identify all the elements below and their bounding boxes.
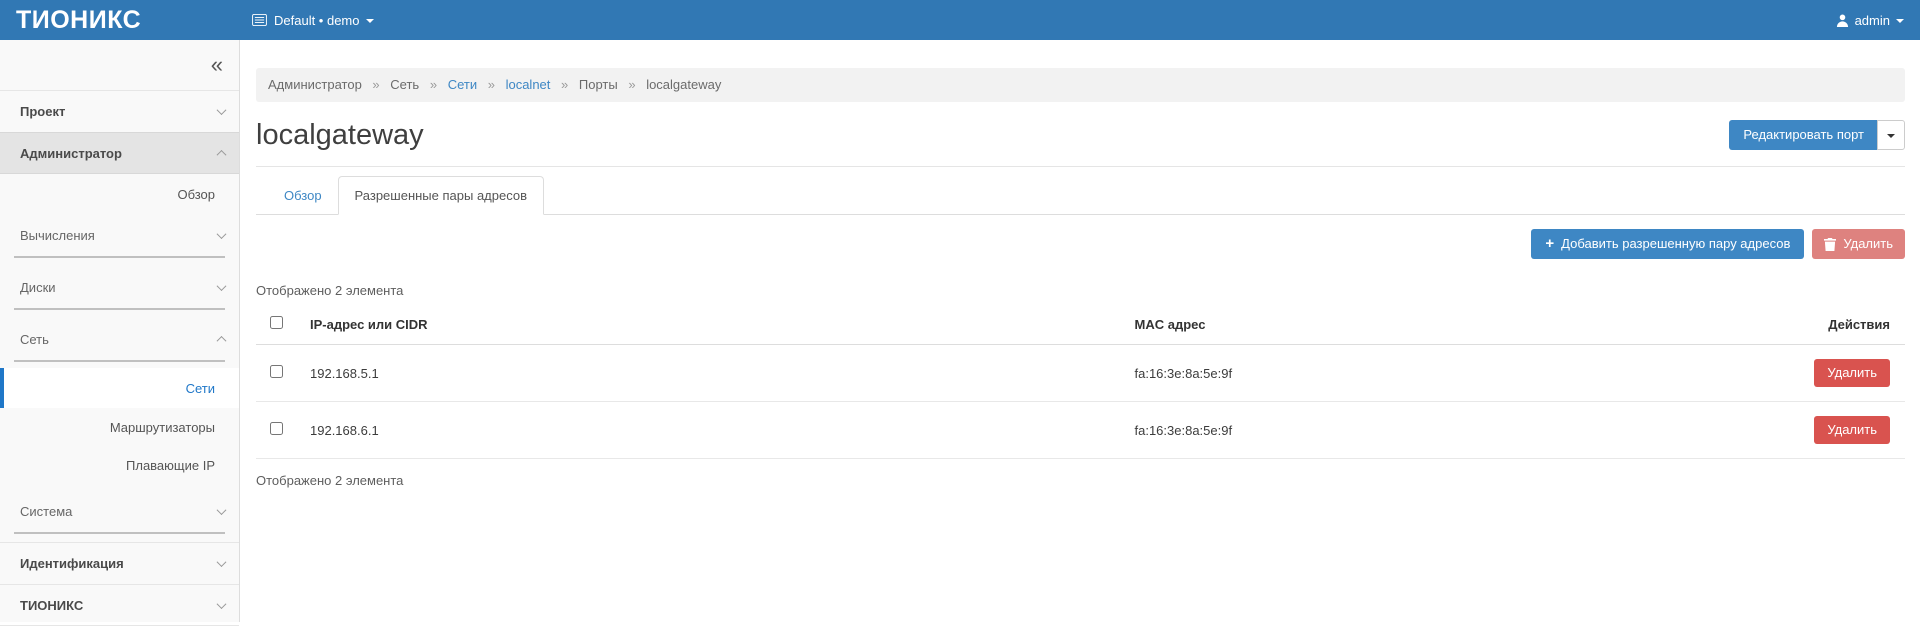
breadcrumb-separator: »	[372, 77, 379, 92]
column-header-mac: MAC адрес	[1127, 304, 1746, 345]
sidebar-collapse-row: «	[0, 40, 239, 90]
sidebar-item-routers[interactable]: Маршрутизаторы	[0, 408, 239, 446]
table-caption-top: Отображено 2 элемента	[256, 283, 1905, 298]
table-row: 192.168.6.1 fa:16:3e:8a:5e:9f Удалить	[256, 402, 1905, 459]
sidebar-item-project[interactable]: Проект	[0, 90, 239, 132]
table-actions: + Добавить разрешенную пару адресов Удал…	[256, 229, 1905, 259]
edit-port-dropdown-toggle[interactable]	[1877, 120, 1905, 150]
chevron-down-icon	[217, 505, 227, 515]
table-row: 192.168.5.1 fa:16:3e:8a:5e:9f Удалить	[256, 345, 1905, 402]
chevron-up-icon	[217, 335, 227, 345]
breadcrumb: Администратор » Сеть » Сети » localnet »…	[256, 68, 1905, 102]
cell-mac: fa:16:3e:8a:5e:9f	[1127, 402, 1746, 459]
chevron-down-icon	[217, 281, 227, 291]
sidebar-divider	[14, 360, 225, 362]
app-window: ТИОНИКС Default • demo admin « Проект Ад…	[0, 0, 1920, 622]
sidebar-item-label: Администратор	[20, 146, 122, 161]
breadcrumb-localnet-link[interactable]: localnet	[506, 77, 551, 92]
sidebar-group-network[interactable]: Сеть	[0, 318, 239, 360]
project-switcher-label: Default • demo	[274, 13, 359, 28]
add-address-pair-label: Добавить разрешенную пару адресов	[1561, 236, 1790, 252]
column-header-ip: IP-адрес или CIDR	[302, 304, 1127, 345]
table-caption-bottom: Отображено 2 элемента	[256, 473, 1905, 488]
chevron-down-icon	[366, 19, 374, 23]
top-navbar: ТИОНИКС Default • demo admin	[0, 0, 1920, 40]
breadcrumb-admin: Администратор	[268, 77, 362, 92]
edit-port-button[interactable]: Редактировать порт	[1729, 120, 1878, 150]
person-icon	[1836, 14, 1849, 27]
sidebar-item-label: Маршрутизаторы	[110, 420, 215, 435]
cell-ip: 192.168.5.1	[302, 345, 1127, 402]
sidebar-item-label: Проект	[20, 104, 65, 119]
main-content: Администратор » Сеть » Сети » localnet »…	[241, 40, 1920, 622]
project-switcher[interactable]: Default • demo	[252, 13, 374, 28]
list-icon	[252, 14, 267, 26]
sidebar-group-volumes[interactable]: Диски	[0, 266, 239, 308]
breadcrumb-networks-link[interactable]: Сети	[448, 77, 477, 92]
caret-down-icon	[1887, 134, 1895, 138]
chevron-down-icon	[217, 229, 227, 239]
sidebar-item-overview[interactable]: Обзор	[0, 174, 239, 214]
sidebar-group-system[interactable]: Система	[0, 490, 239, 532]
sidebar-item-label: Обзор	[177, 187, 215, 202]
row-delete-button[interactable]: Удалить	[1814, 359, 1890, 387]
row-checkbox[interactable]	[270, 422, 283, 435]
sidebar-item-floating-ips[interactable]: Плавающие IP	[0, 446, 239, 484]
sidebar-group-compute[interactable]: Вычисления	[0, 214, 239, 256]
brand-logo[interactable]: ТИОНИКС	[0, 0, 240, 40]
row-checkbox[interactable]	[270, 365, 283, 378]
table-header-row: IP-адрес или CIDR MAC адрес Действия	[256, 304, 1905, 345]
sidebar-item-networks[interactable]: Сети	[0, 368, 239, 408]
sidebar-divider	[14, 532, 225, 534]
page-title: localgateway	[256, 119, 424, 152]
user-menu-label: admin	[1855, 13, 1890, 28]
sidebar-item-label: Идентификация	[20, 556, 124, 571]
sidebar-item-label: Вычисления	[20, 228, 95, 243]
cell-mac: fa:16:3e:8a:5e:9f	[1127, 345, 1746, 402]
sidebar: « Проект Администратор Обзор Вычисления …	[0, 40, 240, 622]
header-divider	[256, 166, 1905, 167]
sidebar-item-label: ТИОНИКС	[20, 598, 83, 613]
cell-ip: 192.168.6.1	[302, 402, 1127, 459]
delete-selected-label: Удалить	[1843, 236, 1893, 252]
sidebar-item-admin[interactable]: Администратор	[0, 132, 239, 174]
delete-selected-button[interactable]: Удалить	[1812, 229, 1905, 259]
sidebar-item-label: Сеть	[20, 332, 49, 347]
row-delete-button[interactable]: Удалить	[1814, 416, 1890, 444]
breadcrumb-separator: »	[561, 77, 568, 92]
select-all-checkbox[interactable]	[270, 316, 283, 329]
sidebar-item-tionix[interactable]: ТИОНИКС	[0, 584, 239, 626]
breadcrumb-current: localgateway	[646, 77, 721, 92]
breadcrumb-separator: »	[488, 77, 495, 92]
sidebar-item-label: Система	[20, 504, 72, 519]
user-menu[interactable]: admin	[1836, 13, 1904, 28]
sidebar-item-label: Плавающие IP	[126, 458, 215, 473]
double-chevron-left-icon[interactable]: «	[211, 54, 223, 76]
sidebar-divider	[14, 308, 225, 310]
chevron-up-icon	[217, 149, 227, 159]
address-pairs-table: IP-адрес или CIDR MAC адрес Действия 192…	[256, 304, 1905, 459]
breadcrumb-separator: »	[430, 77, 437, 92]
chevron-down-icon	[217, 599, 227, 609]
add-address-pair-button[interactable]: + Добавить разрешенную пару адресов	[1531, 229, 1804, 259]
sidebar-item-identity[interactable]: Идентификация	[0, 542, 239, 584]
tab-allowed-address-pairs[interactable]: Разрешенные пары адресов	[338, 176, 544, 215]
trash-icon	[1824, 238, 1836, 251]
tab-bar: Обзор Разрешенные пары адресов	[256, 175, 1905, 215]
plus-icon: +	[1545, 238, 1554, 250]
breadcrumb-network: Сеть	[390, 77, 419, 92]
edit-port-button-group: Редактировать порт	[1729, 120, 1905, 150]
tab-overview[interactable]: Обзор	[268, 177, 338, 214]
column-header-actions: Действия	[1745, 304, 1905, 345]
sidebar-divider	[14, 256, 225, 258]
chevron-down-icon	[1896, 19, 1904, 23]
breadcrumb-ports: Порты	[579, 77, 618, 92]
sidebar-item-label: Диски	[20, 280, 56, 295]
chevron-down-icon	[217, 557, 227, 567]
page-header: localgateway Редактировать порт	[256, 112, 1905, 158]
sidebar-item-label: Сети	[186, 381, 215, 396]
breadcrumb-separator: »	[628, 77, 635, 92]
chevron-down-icon	[217, 105, 227, 115]
